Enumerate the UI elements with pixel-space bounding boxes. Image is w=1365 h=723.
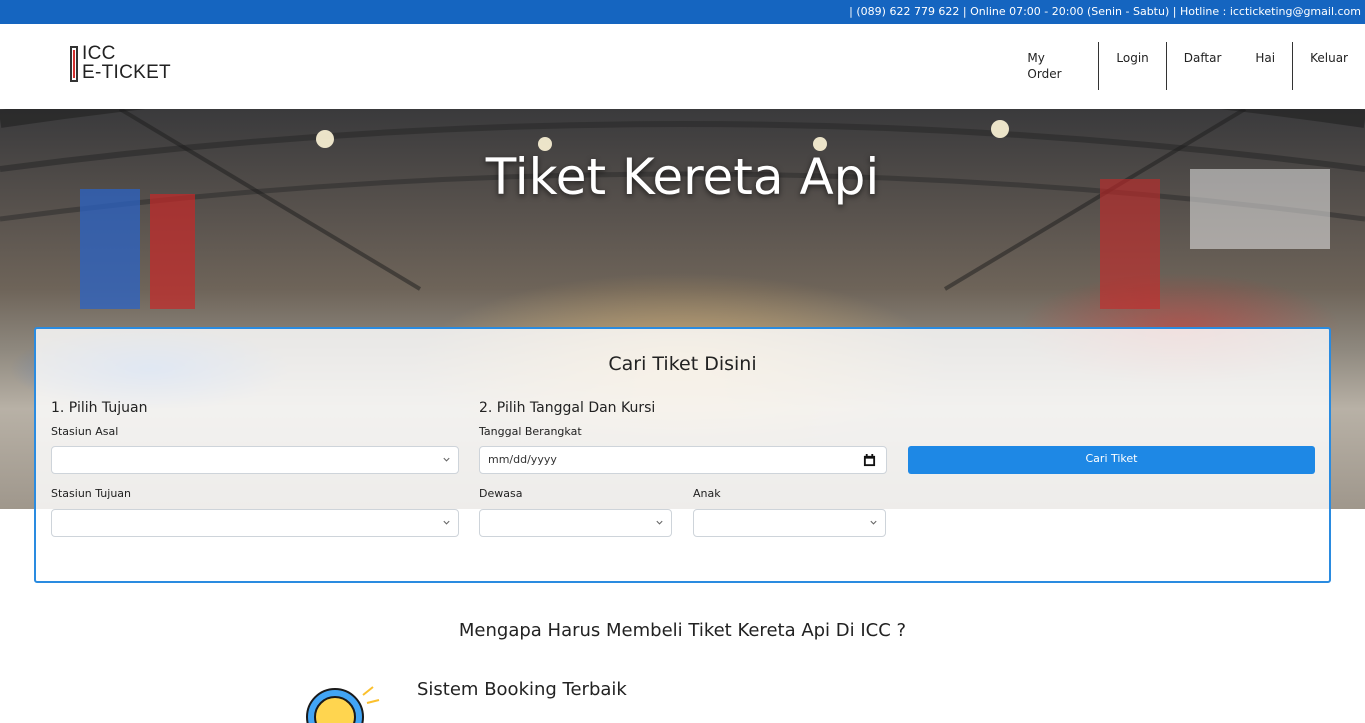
feature-title-booking: Sistem Booking Terbaik xyxy=(417,679,627,700)
why-section-title: Mengapa Harus Membeli Tiket Kereta Api D… xyxy=(458,620,907,641)
nav-my-order[interactable]: My Order xyxy=(1012,42,1078,90)
navbar: ICC E-TICKET My Order Login Daftar Hai K… xyxy=(0,24,1365,109)
top-info-bar: | (089) 622 779 622 | Online 07:00 - 20:… xyxy=(0,0,1365,24)
tanggal-berangkat-label: Tanggal Berangkat xyxy=(479,425,582,438)
nav-keluar[interactable]: Keluar xyxy=(1293,42,1365,90)
site-logo[interactable]: ICC E-TICKET xyxy=(70,44,200,86)
logo-line-1: ICC xyxy=(82,43,116,64)
hero-title: Tiket Kereta Api xyxy=(485,148,880,206)
nav-login[interactable]: Login xyxy=(1099,42,1165,90)
stasiun-asal-select[interactable] xyxy=(51,446,459,474)
chevron-down-icon xyxy=(443,457,450,462)
section-pilih-tujuan: 1. Pilih Tujuan xyxy=(51,400,148,416)
calendar-icon[interactable] xyxy=(863,454,876,467)
nav-hai[interactable]: Hai xyxy=(1238,42,1292,90)
logo-mark-icon xyxy=(70,46,78,82)
cari-tiket-button[interactable]: Cari Tiket xyxy=(908,446,1315,474)
stasiun-tujuan-label: Stasiun Tujuan xyxy=(51,487,132,500)
dewasa-label: Dewasa xyxy=(479,487,523,500)
station-arch-illustration xyxy=(0,109,1365,309)
stasiun-tujuan-select[interactable] xyxy=(51,509,459,537)
search-panel: Cari Tiket Disini 1. Pilih Tujuan 2. Pil… xyxy=(34,327,1331,583)
tanggal-berangkat-input[interactable]: mm/dd/yyyy xyxy=(479,446,887,474)
logo-line-2: E-TICKET xyxy=(82,62,171,83)
section-pilih-tanggal: 2. Pilih Tanggal Dan Kursi xyxy=(479,400,656,416)
logo-text: ICC E-TICKET xyxy=(82,44,171,82)
chevron-down-icon xyxy=(870,520,877,525)
nav-daftar[interactable]: Daftar xyxy=(1167,42,1239,90)
nav-my-order-line-2: Order xyxy=(1027,67,1062,81)
dewasa-select[interactable] xyxy=(479,509,672,537)
stasiun-asal-label: Stasiun Asal xyxy=(51,425,119,438)
chevron-down-icon xyxy=(443,520,450,525)
anak-label: Anak xyxy=(693,487,721,500)
booking-system-icon xyxy=(306,686,380,723)
nav-my-order-line-1: My xyxy=(1027,51,1045,65)
contact-info-text: | (089) 622 779 622 | Online 07:00 - 20:… xyxy=(849,5,1361,18)
anak-select[interactable] xyxy=(693,509,886,537)
chevron-down-icon xyxy=(656,520,663,525)
tanggal-placeholder: mm/dd/yyyy xyxy=(488,453,557,466)
search-panel-title: Cari Tiket Disini xyxy=(608,353,757,375)
main-nav: My Order Login Daftar Hai Keluar xyxy=(1012,42,1365,92)
